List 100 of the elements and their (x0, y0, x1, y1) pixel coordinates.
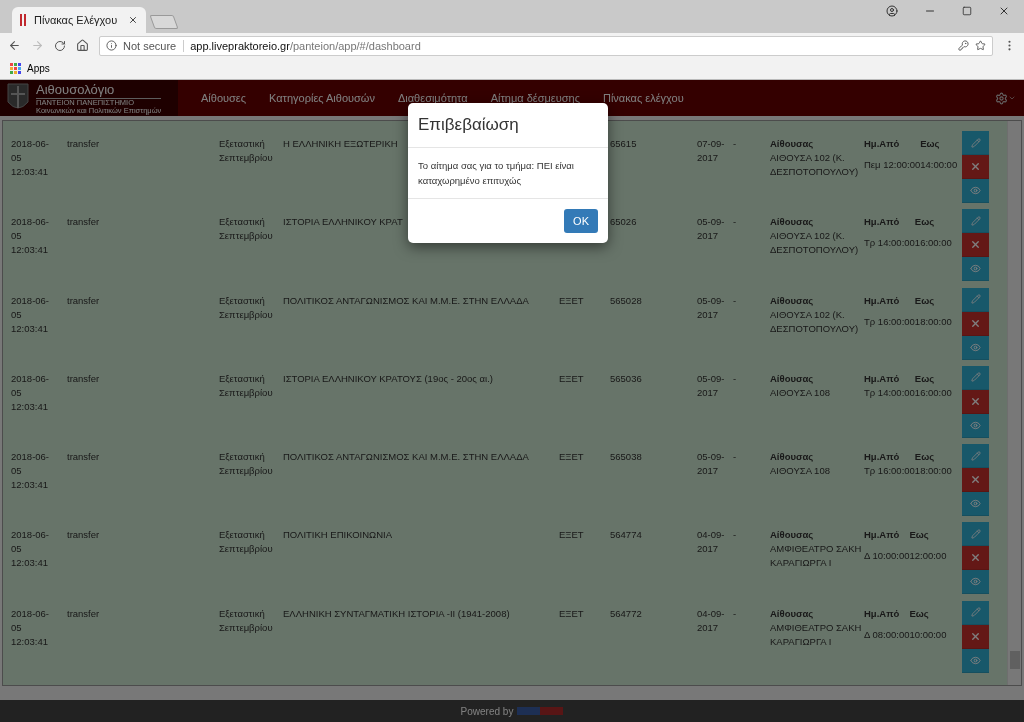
footer-text: Powered by (460, 705, 514, 717)
eye-icon (970, 576, 981, 588)
edit-button[interactable] (962, 600, 989, 625)
delete-button[interactable] (962, 389, 989, 414)
column-header: Αίθουσας (770, 215, 815, 230)
bookmark-link[interactable]: Apps (27, 63, 50, 74)
delete-button[interactable] (962, 546, 989, 571)
table-cell-text: Εξεταστική Σεπτεμβρίου (219, 371, 274, 400)
column-header: Ημ.Από (864, 450, 901, 465)
table-cell: 18:00:00 (914, 314, 952, 329)
view-button[interactable] (962, 492, 989, 517)
table-cell-text: ΙΣΤΟΡΙΑ ΕΛΛΗΝΙΚΟΥ ΚΡΑΤ (283, 215, 404, 230)
browser-tab[interactable]: Πίνακας Ελέγχου (12, 7, 146, 33)
table-cell-text: transfer (67, 215, 101, 230)
close-icon[interactable] (128, 15, 138, 25)
back-icon[interactable] (8, 39, 21, 52)
table-cell-text: ΠΟΛΙΤΙΚΗ ΕΠΙΚΟΙΝΩΝΙΑ (283, 528, 394, 543)
star-icon[interactable] (975, 40, 986, 51)
table-cell-text: 05-09-2017 (697, 371, 726, 400)
view-button[interactable] (962, 648, 989, 673)
ok-button[interactable]: OK (564, 209, 598, 233)
edit-button[interactable] (962, 209, 989, 234)
column-header: Εως (914, 450, 936, 465)
table-cell-text: ΑΙΘΟΥΣΑ 108 (770, 464, 831, 479)
maximize-icon[interactable] (962, 6, 972, 16)
close-icon (970, 395, 981, 407)
table-cell-text: ΕΞΕΤ (559, 606, 585, 621)
column-header: Ημ.Από (864, 293, 901, 308)
table-cell: Τρ 16:00:00 (864, 464, 915, 479)
eye-icon (970, 654, 981, 666)
eye-icon (970, 341, 981, 353)
eye-icon (970, 498, 981, 510)
nav-link[interactable]: Κατηγορίες Αιθουσών (269, 92, 375, 104)
table-cell-text: transfer (67, 606, 101, 621)
delete-button[interactable] (962, 155, 989, 179)
column-header: Ημ.Από (864, 606, 901, 621)
table-cell-text: ΑΙΘΟΥΣΑ 102 (Κ. ΔΕΣΠΟΤΟΠΟΥΛΟΥ) (770, 151, 860, 179)
delete-button[interactable] (962, 233, 989, 258)
dialog-message: Το αίτημα σας για το τμήμα: ΠΕΙ είναι καταχωρημένο επιτυχώς (418, 160, 574, 186)
home-icon[interactable] (76, 39, 89, 52)
close-icon (970, 239, 981, 251)
table-cell-text: - (733, 137, 738, 151)
column-header: Εως (909, 606, 930, 621)
user-icon[interactable] (886, 5, 898, 17)
view-button[interactable] (962, 413, 989, 438)
table-cell: 18:00:00 (914, 464, 952, 479)
edit-button[interactable] (962, 522, 989, 547)
table-cell: Τρ 14:00:00 (864, 236, 915, 251)
nav-link[interactable]: Αίθουσες (201, 92, 247, 104)
nav-link[interactable]: Πίνακας ελέγχου (602, 92, 684, 104)
column-header: Αίθουσας (770, 371, 815, 386)
edit-button[interactable] (962, 365, 989, 390)
table-cell: Δ 08:00:00 (864, 627, 910, 642)
key-icon[interactable] (958, 40, 969, 51)
table-cell-text: ΑΙΘΟΥΣΑ 102 (Κ. ΔΕΣΠΟΤΟΠΟΥΛΟΥ) (770, 307, 860, 336)
column-header: Ημ.Από (864, 215, 901, 230)
table-cell-text: transfer (67, 137, 101, 151)
close-icon (970, 552, 981, 564)
scrollbar[interactable] (1007, 121, 1021, 685)
view-button[interactable] (962, 179, 989, 203)
nav-link[interactable]: Διαθεσιμότητα (397, 92, 468, 104)
pencil-icon (970, 372, 981, 383)
view-button[interactable] (962, 570, 989, 595)
gear-icon (995, 91, 1008, 105)
table-cell-text: - (733, 371, 738, 386)
brand-title: Αιθουσολόγιο (36, 81, 162, 99)
table-cell-text: 565038 (610, 450, 643, 465)
table-cell-text: 04-09-2017 (697, 606, 726, 635)
table-cell-text: 05-09-2017 (697, 215, 726, 244)
view-button[interactable] (962, 257, 989, 282)
table-cell-text: 04-09-2017 (697, 528, 726, 557)
reload-icon[interactable] (54, 39, 66, 52)
table-cell-text: ΑΙΘΟΥΣΑ 108 (770, 385, 831, 400)
delete-button[interactable] (962, 311, 989, 336)
column-header: Ημ.Από (864, 137, 901, 151)
favicon-icon (20, 14, 26, 26)
settings-dropdown[interactable] (995, 91, 1016, 105)
pencil-icon (970, 607, 981, 618)
table-cell: 16:00:00 (914, 385, 952, 400)
table-cell-text: - (733, 528, 738, 543)
edit-button[interactable] (962, 131, 989, 155)
pencil-icon (970, 528, 981, 539)
forward-icon[interactable] (31, 39, 44, 52)
new-tab-button[interactable] (149, 15, 179, 29)
column-header: Εως (909, 528, 930, 543)
table-cell-text: 2018-06-05 12:03:41 (11, 450, 51, 493)
table-cell-text: - (733, 606, 738, 621)
table-cell-text: ΠΟΛΙΤΙΚΟΣ ΑΝΤΑΓΩΝΙΣΜΟΣ ΚΑΙ Μ.Μ.Ε. ΣΤΗΝ ΕΛΛΑΔΑ (283, 450, 530, 465)
delete-button[interactable] (962, 624, 989, 649)
table-cell-text: 07-09-2017 (697, 137, 726, 165)
address-bar[interactable]: Not secure app.livepraktoreio.gr/panteion/app/#/dashboard (99, 35, 993, 56)
view-button[interactable] (962, 335, 989, 360)
edit-button[interactable] (962, 287, 989, 312)
table-cell-text: - (733, 450, 738, 465)
delete-button[interactable] (962, 468, 989, 493)
nav-link[interactable]: Αίτημα δέσμευσης (490, 92, 580, 104)
pencil-icon (970, 450, 981, 461)
edit-button[interactable] (962, 444, 989, 469)
close-icon[interactable] (998, 5, 1010, 17)
column-header: Αίθουσας (770, 606, 815, 621)
